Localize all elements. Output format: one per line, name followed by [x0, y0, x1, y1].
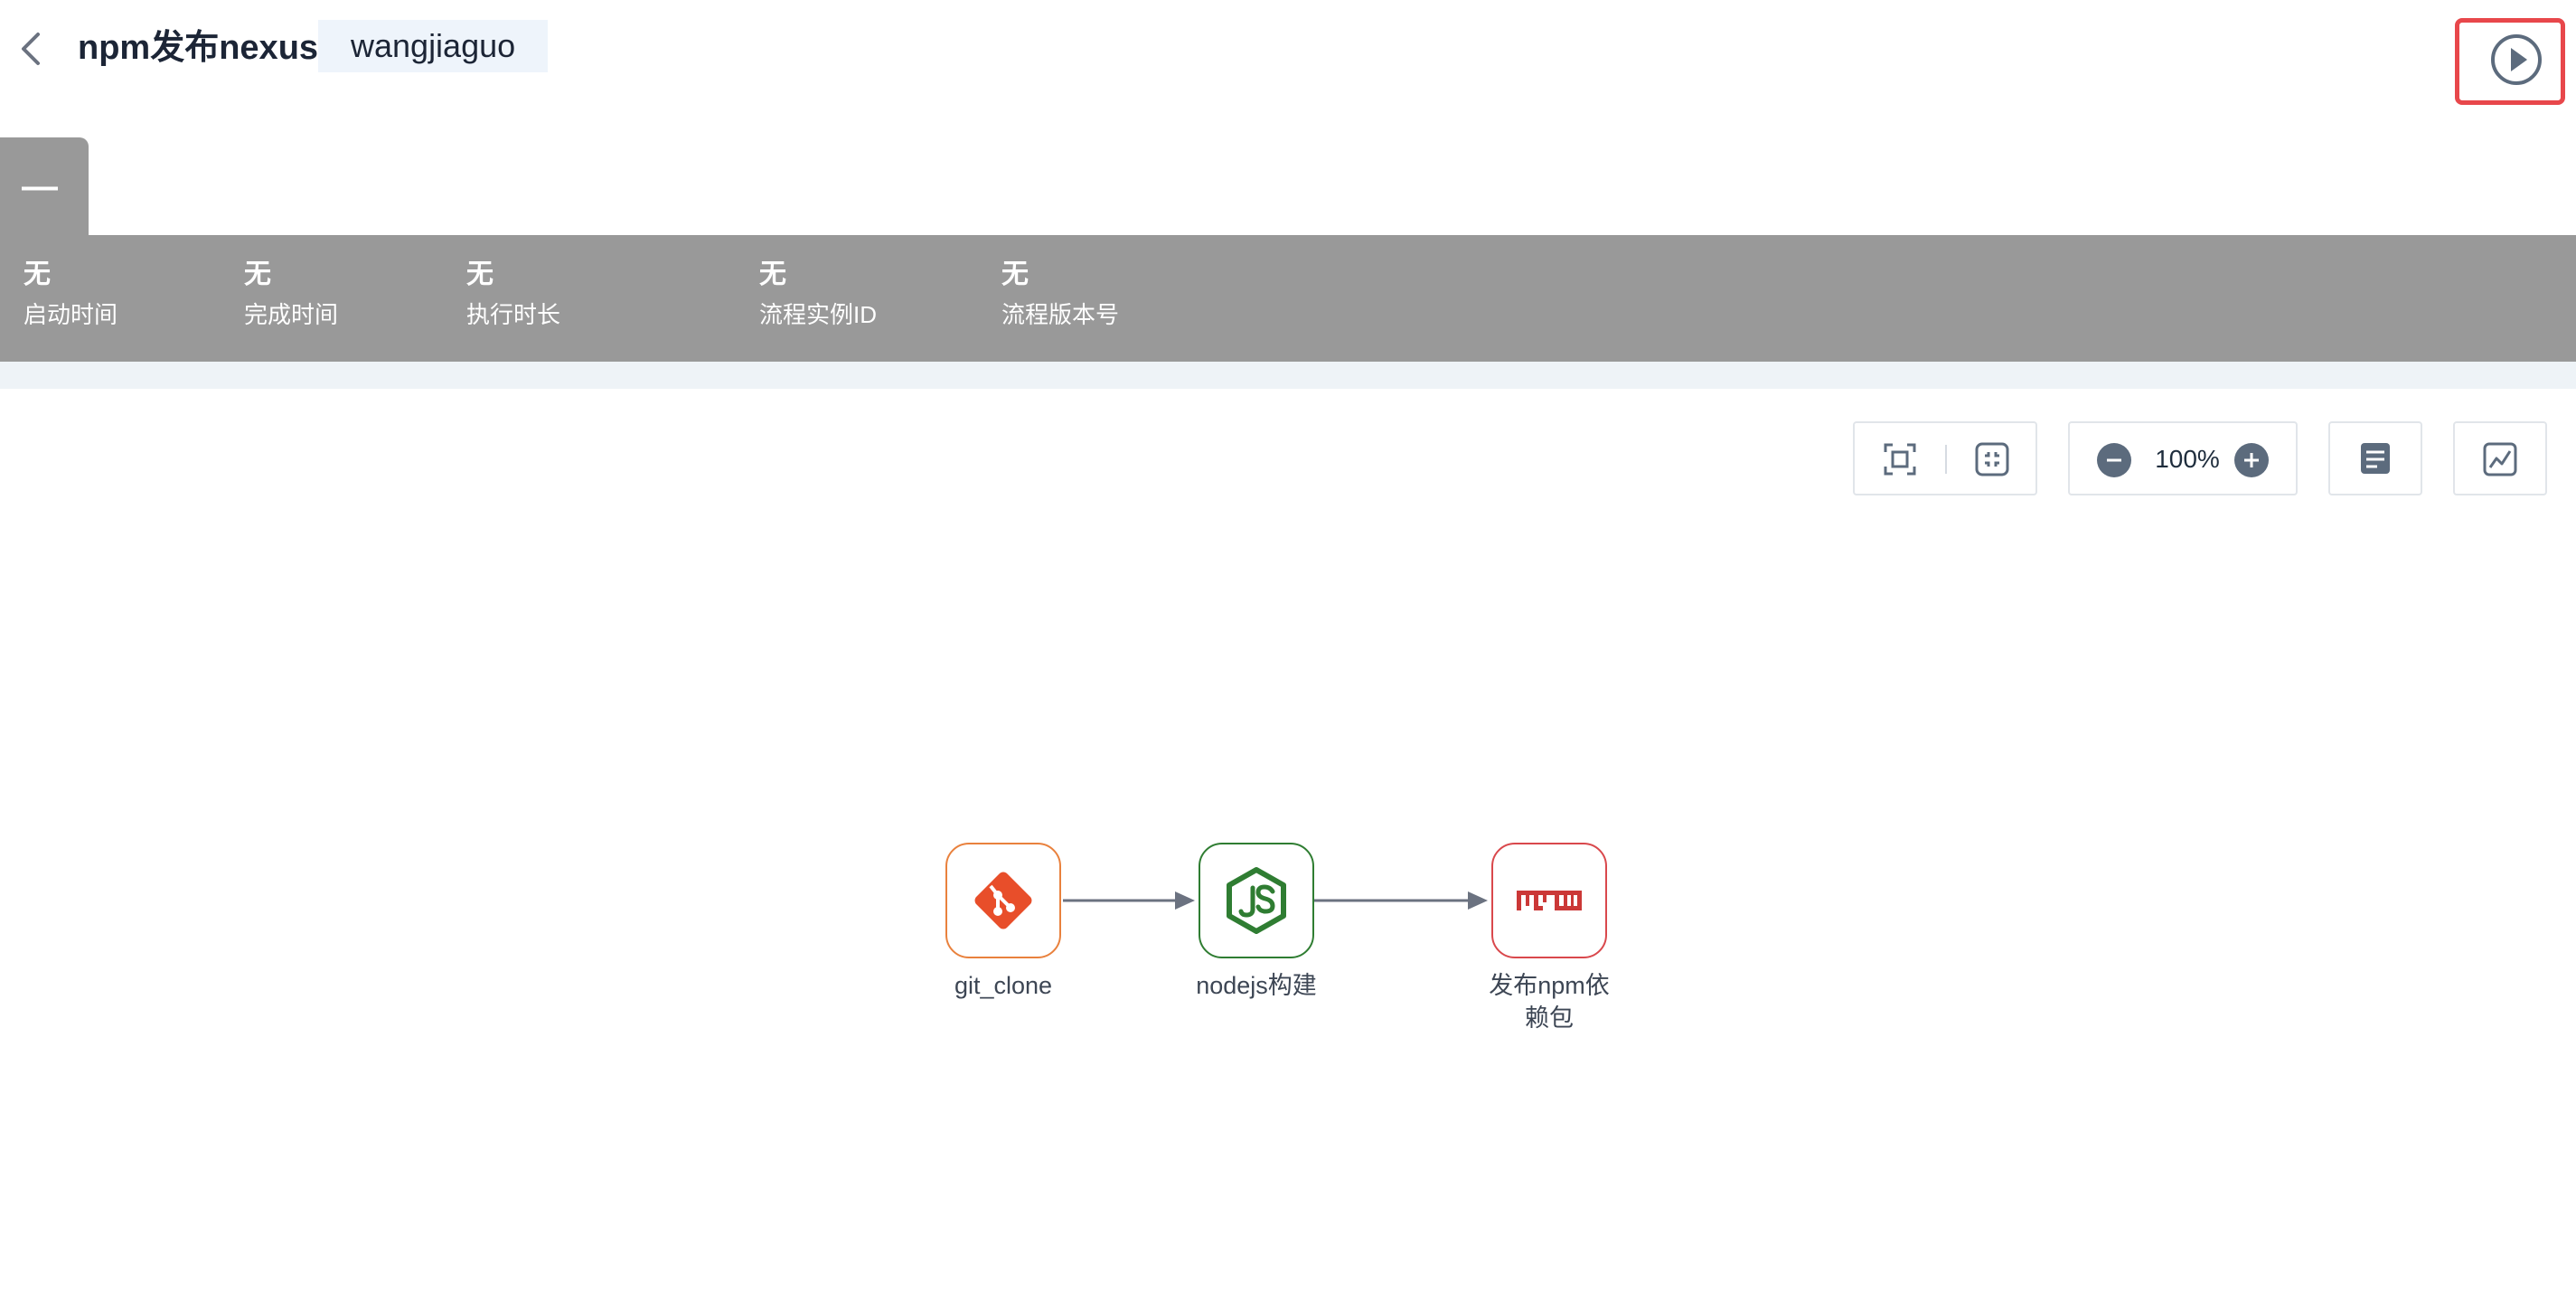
nodejs-icon [1227, 867, 1286, 934]
node-label-line: 赖包 [1525, 1004, 1574, 1032]
node-label-line: 发布npm依 [1489, 972, 1610, 999]
node-git-clone[interactable] [945, 843, 1061, 958]
npm-icon [1517, 891, 1582, 910]
node-npm-publish[interactable] [1491, 843, 1607, 958]
node-label: 发布npm依 赖包 [1468, 969, 1631, 1034]
pipeline-edges [1063, 891, 1488, 910]
node-label: git_clone [954, 972, 1053, 999]
edge-arrow [1468, 891, 1488, 910]
edge-arrow [1175, 891, 1195, 910]
node-label: nodejs构建 [1196, 972, 1317, 999]
git-icon [974, 872, 1032, 929]
node-nodejs-build[interactable] [1199, 843, 1314, 958]
